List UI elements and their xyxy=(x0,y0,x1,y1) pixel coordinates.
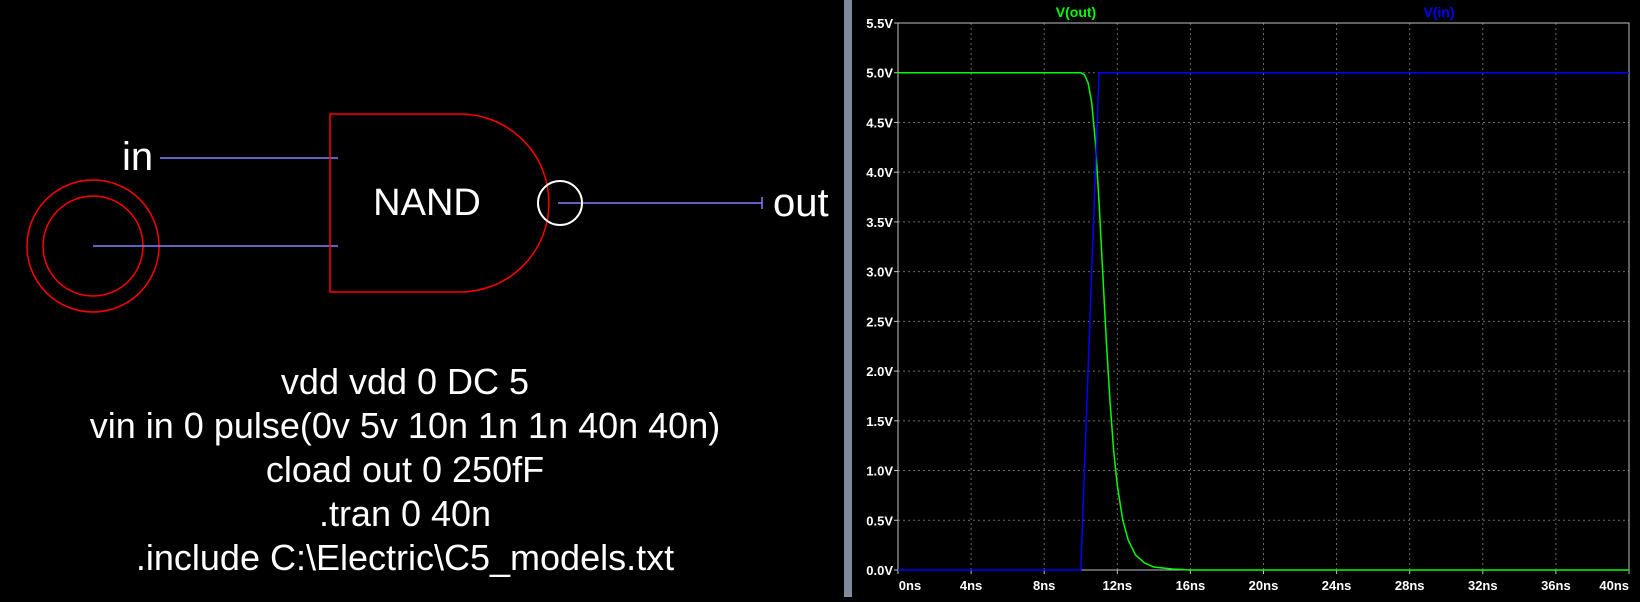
net-label-out: out xyxy=(773,181,829,225)
spice-line-include[interactable]: .include C:\Electric\C5_models.txt xyxy=(136,537,674,578)
x-axis-ticks: 0ns 4ns 8ns 12ns 16ns 20ns 24ns 28ns 32ns 36ns 40n… xyxy=(897,570,1630,593)
pane-divider[interactable] xyxy=(844,0,852,597)
y-tick-label: 5.0V xyxy=(866,66,893,81)
y-tick-label: 1.0V xyxy=(866,464,893,479)
x-tick-label: 4ns xyxy=(960,578,982,593)
y-tick-label: 0.0V xyxy=(866,563,893,578)
waveform-plot[interactable]: 0.0V 0.5V 1.0V 1.5V 2.0V 2.5V 3.0V 3.5V 4.0V 4.5V… xyxy=(852,0,1640,597)
x-tick-label: 40ns xyxy=(1599,578,1629,593)
waveform-plot-pane[interactable]: 0.0V 0.5V 1.0V 1.5V 2.0V 2.5V 3.0V 3.5V 4.0V 4.5V… xyxy=(852,0,1640,597)
plot-grid xyxy=(898,23,1629,570)
x-tick-label: 32ns xyxy=(1468,578,1498,593)
y-tick-label: 4.0V xyxy=(866,165,893,180)
net-label-in: in xyxy=(122,135,153,179)
y-tick-label: 0.5V xyxy=(866,513,893,528)
spice-line-cload[interactable]: cload out 0 250fF xyxy=(266,449,544,490)
spice-line-vdd[interactable]: vdd vdd 0 DC 5 xyxy=(281,361,529,402)
x-tick-label: 0ns xyxy=(899,578,921,593)
x-tick-label: 24ns xyxy=(1322,578,1352,593)
x-tick-label: 16ns xyxy=(1176,578,1206,593)
trace-label-vin[interactable]: V(in) xyxy=(1423,4,1454,20)
trace-label-vout[interactable]: V(out) xyxy=(1056,4,1096,20)
y-tick-label: 5.5V xyxy=(866,16,893,31)
plot-frame xyxy=(897,22,1630,571)
x-tick-label: 8ns xyxy=(1033,578,1055,593)
schematic-pane[interactable]: in NAND out vdd vdd 0 DC 5 vin in 0 puls… xyxy=(0,0,844,597)
y-tick-label: 4.5V xyxy=(866,115,893,130)
y-tick-label: 3.5V xyxy=(866,215,893,230)
gate-label: NAND xyxy=(373,182,481,224)
x-tick-label: 36ns xyxy=(1541,578,1571,593)
spice-line-tran[interactable]: .tran 0 40n xyxy=(319,493,491,534)
x-tick-label: 28ns xyxy=(1395,578,1425,593)
y-tick-label: 2.0V xyxy=(866,364,893,379)
x-tick-label: 12ns xyxy=(1102,578,1132,593)
y-axis-ticks: 0.0V 0.5V 1.0V 1.5V 2.0V 2.5V 3.0V 3.5V 4.0V 4.5V… xyxy=(866,16,898,578)
y-tick-label: 2.5V xyxy=(866,314,893,329)
spice-line-vin[interactable]: vin in 0 pulse(0v 5v 10n 1n 1n 40n 40n) xyxy=(90,405,720,446)
x-tick-label: 20ns xyxy=(1249,578,1279,593)
y-tick-label: 1.5V xyxy=(866,414,893,429)
schematic-canvas[interactable]: in NAND out vdd vdd 0 DC 5 vin in 0 puls… xyxy=(0,0,844,597)
y-tick-label: 3.0V xyxy=(866,265,893,280)
